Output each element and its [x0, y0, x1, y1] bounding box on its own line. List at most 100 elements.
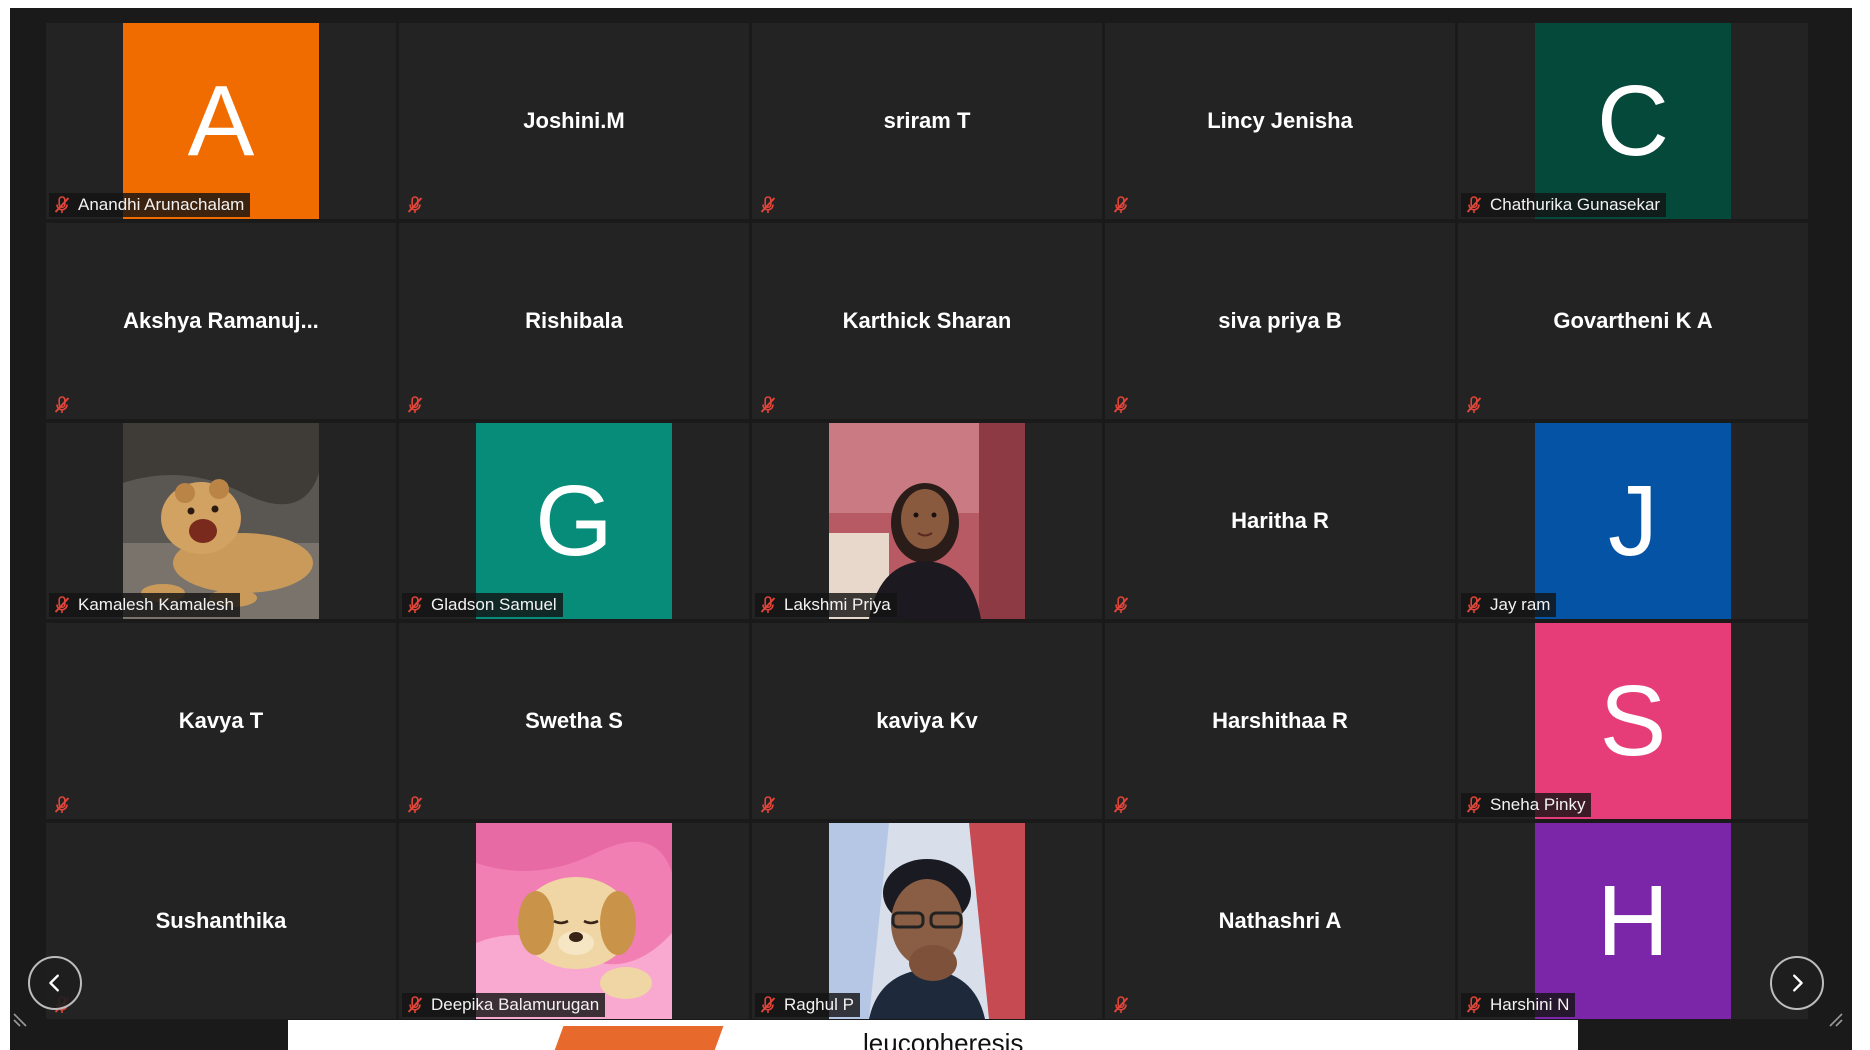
participant-tile[interactable]: S Sneha Pinky [1458, 623, 1808, 819]
microphone-muted-icon [1111, 795, 1131, 815]
participant-photo [476, 823, 672, 1019]
participant-name: sriram T [883, 108, 971, 133]
participant-label: Gladson Samuel [402, 593, 563, 617]
participant-name: Karthick Sharan [842, 308, 1012, 333]
participant-label: Anandhi Arunachalam [49, 193, 251, 217]
participant-avatar: A [123, 23, 319, 219]
microphone-muted-icon [52, 795, 72, 815]
participant-tile[interactable]: H Harshini N [1458, 823, 1808, 1019]
participant-name: Swetha S [525, 708, 623, 733]
participant-tile[interactable]: G Gladson Samuel [399, 423, 749, 619]
participant-avatar: C [1535, 23, 1731, 219]
participant-name: Lincy Jenisha [1207, 108, 1353, 133]
participant-label [755, 193, 790, 217]
participant-photo [829, 423, 1025, 619]
participant-tile[interactable]: Kamalesh Kamalesh [46, 423, 396, 619]
participant-tile[interactable]: C Chathurika Gunasekar [1458, 23, 1808, 219]
participant-label: Lakshmi Priya [755, 593, 897, 617]
participant-tile[interactable]: Nathashri A [1105, 823, 1455, 1019]
participant-name: Harshithaa R [1212, 708, 1348, 733]
participant-name: Nathashri A [1218, 908, 1342, 933]
microphone-muted-icon [1464, 995, 1484, 1015]
participant-avatar: H [1535, 823, 1731, 1019]
participant-tile[interactable]: Deepika Balamurugan [399, 823, 749, 1019]
participant-label [755, 793, 790, 817]
participant-label-name: Kamalesh Kamalesh [78, 595, 234, 614]
microphone-muted-icon [758, 195, 778, 215]
participant-label-name: Chathurika Gunasekar [1490, 195, 1661, 214]
participant-photo [123, 423, 319, 619]
participant-tile[interactable]: J Jay ram [1458, 423, 1808, 619]
resize-grip-left-icon[interactable] [12, 1012, 28, 1028]
chevron-left-icon [49, 974, 59, 992]
participant-name: Kavya T [178, 708, 264, 733]
microphone-muted-icon [52, 195, 72, 215]
participant-label [49, 793, 84, 817]
participant-tile[interactable]: Harshithaa R [1105, 623, 1455, 819]
microphone-muted-icon [52, 595, 72, 615]
shared-screen-preview: leucopheresis [288, 1020, 1578, 1050]
participant-label [402, 793, 437, 817]
participant-label: Chathurika Gunasekar [1461, 193, 1667, 217]
participant-photo [829, 823, 1025, 1019]
participant-label [49, 393, 84, 417]
microphone-muted-icon [758, 795, 778, 815]
microphone-muted-icon [52, 395, 72, 415]
participant-label-name: Lakshmi Priya [784, 595, 891, 614]
microphone-muted-icon [405, 995, 425, 1015]
participant-label-name: Sneha Pinky [1490, 795, 1586, 814]
resize-grip-right-icon[interactable] [1828, 1012, 1844, 1028]
participant-tile[interactable]: Karthick Sharan [752, 223, 1102, 419]
participant-tile[interactable]: Sushanthika [46, 823, 396, 1019]
participant-tile[interactable]: siva priya B [1105, 223, 1455, 419]
participant-avatar: J [1535, 423, 1731, 619]
participant-label-name: Harshini N [1490, 995, 1570, 1014]
participant-tile[interactable]: Lakshmi Priya [752, 423, 1102, 619]
participant-tile[interactable]: Lincy Jenisha [1105, 23, 1455, 219]
participant-label-name: Deepika Balamurugan [431, 995, 600, 1014]
participant-tile[interactable]: Rishibala [399, 223, 749, 419]
participant-label: Harshini N [1461, 993, 1576, 1017]
participant-name: Akshya Ramanuj... [123, 308, 319, 333]
participant-name: Rishibala [525, 308, 623, 333]
participant-tile[interactable]: Joshini.M [399, 23, 749, 219]
microphone-muted-icon [758, 395, 778, 415]
participant-tile[interactable]: kaviya Kv [752, 623, 1102, 819]
participant-tile[interactable]: Haritha R [1105, 423, 1455, 619]
participant-tile[interactable]: Swetha S [399, 623, 749, 819]
microphone-muted-icon [1464, 195, 1484, 215]
participant-label [1108, 393, 1143, 417]
participant-name: Haritha R [1231, 508, 1329, 533]
participant-label [1108, 593, 1143, 617]
participant-label [402, 393, 437, 417]
participant-label [755, 393, 790, 417]
microphone-muted-icon [1464, 595, 1484, 615]
window-edge [1852, 0, 1870, 1050]
participant-name: siva priya B [1218, 308, 1342, 333]
participant-label [1108, 193, 1143, 217]
participant-label [402, 193, 437, 217]
microphone-muted-icon [405, 195, 425, 215]
chevron-right-icon [1793, 974, 1803, 992]
participant-label [1461, 393, 1496, 417]
participant-grid: A Anandhi Arunachalam Joshini.M sriram T Lin… [46, 23, 1808, 1019]
participant-label-name: Raghul P [784, 995, 854, 1014]
participant-avatar: S [1535, 623, 1731, 819]
microphone-muted-icon [405, 795, 425, 815]
participant-label [1108, 793, 1143, 817]
participant-label-name: Jay ram [1490, 595, 1551, 614]
participant-tile[interactable]: A Anandhi Arunachalam [46, 23, 396, 219]
participant-tile[interactable]: Raghul P [752, 823, 1102, 1019]
participant-tile[interactable]: Akshya Ramanuj... [46, 223, 396, 419]
previous-page-button[interactable] [28, 956, 82, 1010]
participant-tile[interactable]: Kavya T [46, 623, 396, 819]
participant-tile[interactable]: Govartheni K A [1458, 223, 1808, 419]
microphone-muted-icon [405, 395, 425, 415]
participant-label: Kamalesh Kamalesh [49, 593, 240, 617]
participant-tile[interactable]: sriram T [752, 23, 1102, 219]
participant-name: Sushanthika [155, 908, 287, 933]
participant-name: Govartheni K A [1553, 308, 1713, 333]
participant-name: Joshini.M [523, 108, 625, 133]
next-page-button[interactable] [1770, 956, 1824, 1010]
microphone-muted-icon [405, 595, 425, 615]
